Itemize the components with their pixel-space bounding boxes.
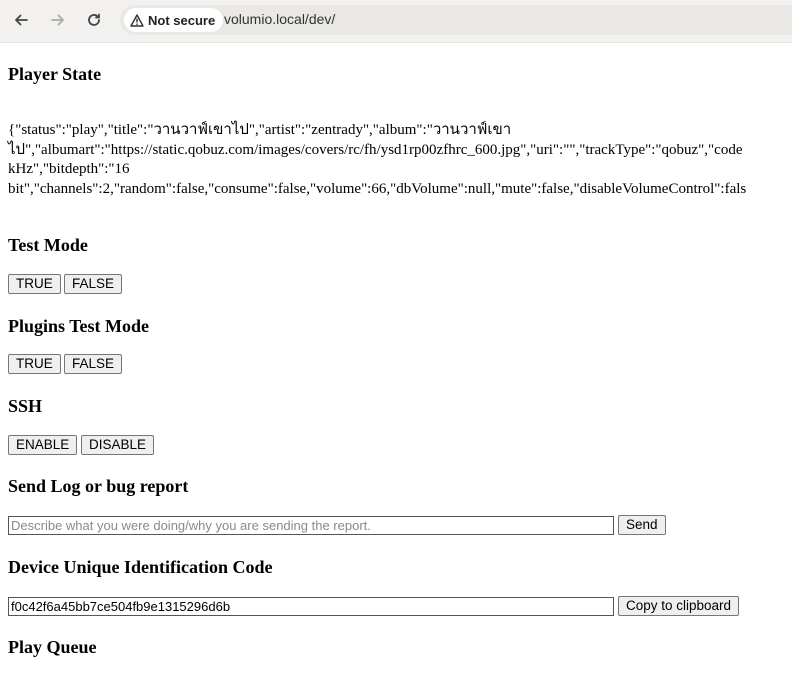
plugins-test-mode-false-button[interactable]: FALSE [64,354,123,374]
send-button[interactable]: Send [618,515,666,535]
back-arrow-icon [15,14,28,26]
player-state-heading: Player State [8,64,102,84]
player-state-line: kHz","bitdepth":"16 [8,161,130,177]
test-mode-heading: Test Mode [8,235,88,255]
test-mode-true-button[interactable]: TRUE [8,274,61,294]
security-chip[interactable]: Not secure [124,8,224,32]
device-id-field[interactable] [8,597,614,616]
test-mode-false-button[interactable]: FALSE [64,274,123,294]
security-label: Not secure [148,12,216,28]
reload-icon [88,13,100,26]
warning-icon [130,13,144,27]
player-state-line: bit","channels":2,"random":false,"consum… [8,180,747,197]
address-bar[interactable]: Not secure volumio.local/dev/ [120,5,792,35]
url-text[interactable]: volumio.local/dev/ [224,11,335,27]
send-log-heading: Send Log or bug report [8,476,189,496]
plugins-test-mode-heading: Plugins Test Mode [8,316,150,336]
reload-button[interactable] [81,8,107,32]
device-id-heading: Device Unique Identification Code [8,557,273,577]
forward-arrow-icon [51,14,64,26]
forward-button[interactable] [45,8,71,32]
copy-to-clipboard-button[interactable]: Copy to clipboard [618,596,740,616]
play-queue-heading: Play Queue [8,637,97,657]
plugins-test-mode-true-button[interactable]: TRUE [8,354,61,374]
ssh-disable-button[interactable]: DISABLE [81,435,155,455]
ssh-enable-button[interactable]: ENABLE [8,435,78,455]
back-button[interactable] [8,8,34,32]
player-state-line: {"status":"play","title":"วานวาฟ์เขาไป",… [8,122,512,138]
player-state-json: {"status":"play","title":"วานวาฟ์เขาไป",… [8,121,792,199]
ssh-heading: SSH [8,396,43,416]
bug-report-input[interactable] [8,516,614,535]
browser-toolbar: Not secure volumio.local/dev/ [0,0,792,43]
player-state-line: ไป","albumart":"https://static.qobuz.com… [8,141,743,158]
